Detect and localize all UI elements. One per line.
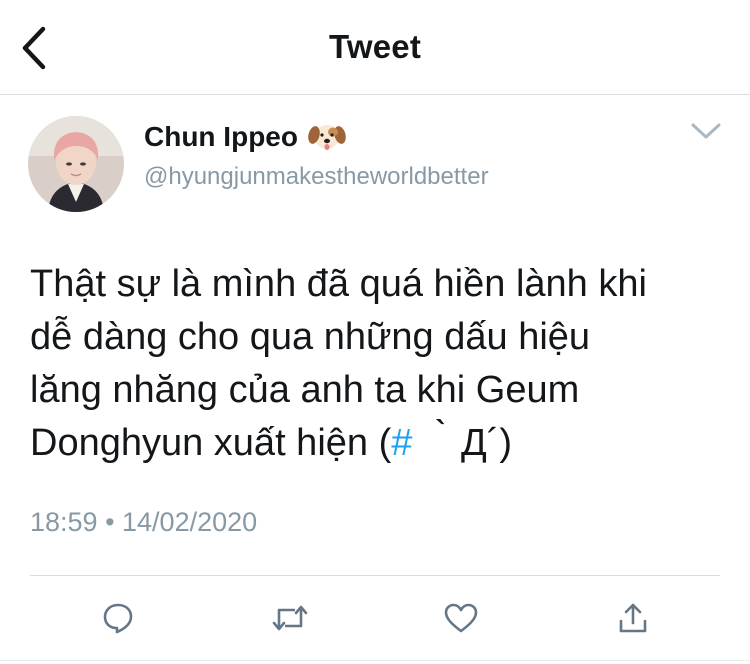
divider — [30, 575, 720, 576]
tweet-text-line: Donghyun xuất hiện (# ｀Д´) — [30, 417, 720, 470]
tweet-text-line: lăng nhăng của anh ta khi Geum — [30, 369, 580, 411]
tweet-options-button[interactable] — [688, 116, 724, 146]
retweet-button[interactable] — [270, 598, 310, 638]
tweet-text-line: Thật sự là mình đã quá hiền lành khi — [30, 263, 647, 305]
tweet-text-segment: ｀Д´) — [412, 422, 512, 464]
tweet-text: Thật sự là mình đã quá hiền lành khi dễ … — [30, 258, 720, 470]
hashtag-link[interactable]: # — [391, 422, 412, 464]
author-name-row[interactable]: Chun Ippeo — [144, 120, 346, 154]
heart-icon — [444, 603, 478, 633]
author-display-name[interactable]: Chun Ippeo — [144, 120, 298, 154]
tweet-text-line: dễ dàng cho qua những dấu hiệu — [30, 316, 591, 358]
author-username[interactable]: @hyungjunmakestheworldbetter — [144, 162, 489, 192]
like-button[interactable] — [441, 598, 481, 638]
avatar[interactable] — [28, 116, 124, 212]
chevron-down-icon — [691, 123, 721, 139]
reply-button[interactable] — [98, 598, 138, 638]
page-title: Tweet — [328, 28, 422, 65]
tweet-text-segment: Donghyun xuất hiện ( — [30, 422, 392, 464]
retweet-icon — [272, 605, 308, 631]
reply-icon — [103, 603, 133, 634]
share-button[interactable] — [613, 598, 653, 638]
share-icon — [619, 603, 647, 633]
bottom-divider — [0, 660, 750, 661]
tweet-timestamp: 18:59 • 14/02/2020 — [30, 507, 258, 537]
top-bar: Tweet — [0, 0, 750, 95]
dog-face-icon — [308, 120, 346, 154]
